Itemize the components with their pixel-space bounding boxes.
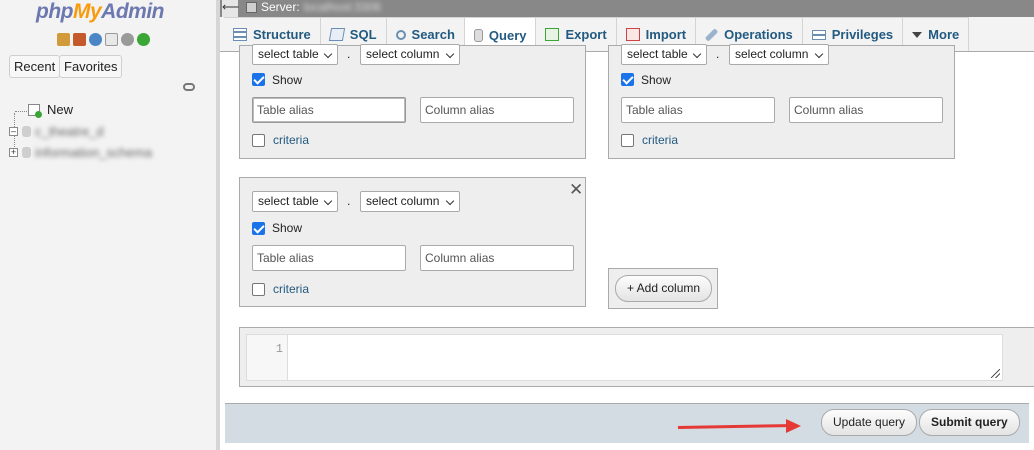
nav-splitter[interactable] (216, 0, 220, 450)
breadcrumb[interactable]: Server: localhost:3306 (246, 0, 381, 15)
collapse-nav-button[interactable]: ⟵ (222, 0, 239, 17)
phpmyadmin-logo[interactable]: phpMyAdmin (36, 0, 164, 24)
table-alias-input[interactable] (252, 245, 406, 271)
criteria-label[interactable]: criteria (273, 133, 309, 147)
criteria-checkbox[interactable] (252, 134, 265, 147)
navigation-panel: phpMyAdmin Recent Favorites New – c_thea… (0, 0, 219, 450)
show-checkbox[interactable] (621, 73, 634, 86)
favorites-button[interactable]: Favorites (59, 55, 123, 78)
column-panel-3: ✕ select table . select column Show crit… (239, 177, 586, 307)
collapse-icon[interactable]: – (9, 127, 18, 136)
table-alias-input[interactable] (621, 97, 775, 123)
sql-editor[interactable]: 1 (246, 334, 1003, 381)
database-icon (22, 126, 31, 137)
tab-label: Import (645, 27, 687, 42)
show-checkbox[interactable] (252, 222, 265, 235)
query-icon (473, 28, 483, 42)
action-bar: Update query Submit query (225, 403, 1029, 443)
server-name: localhost:3306 (303, 0, 382, 14)
tree-item-db1-label: c_theatre_d (35, 124, 104, 139)
chevron-down-icon (912, 31, 923, 38)
privileges-icon (811, 29, 826, 40)
separator-dot: . (347, 47, 351, 61)
tab-label: Export (565, 27, 607, 42)
query-builder: select table . select column Show criter… (222, 44, 1034, 450)
show-checkbox[interactable] (252, 73, 265, 86)
criteria-checkbox[interactable] (621, 134, 634, 147)
recent-button[interactable]: Recent (9, 55, 61, 78)
separator-dot: . (347, 194, 351, 208)
show-label: Show (272, 221, 303, 235)
nav-icon-bar (57, 33, 150, 46)
criteria-checkbox[interactable] (252, 283, 265, 296)
tree-item-new[interactable]: New (28, 102, 74, 118)
logo-admin: Admin (101, 0, 164, 23)
database-icon (22, 147, 31, 158)
close-icon[interactable]: ✕ (569, 181, 583, 198)
tab-label: Operations (724, 27, 793, 42)
reload-icon[interactable] (137, 33, 150, 46)
line-number-gutter: 1 (247, 335, 288, 380)
home-icon[interactable] (57, 33, 70, 46)
select-table-dropdown[interactable]: select table (621, 44, 707, 65)
exit-icon[interactable] (73, 33, 86, 46)
tab-label: Query (488, 27, 527, 43)
settings-icon[interactable] (121, 33, 134, 46)
column-alias-input[interactable] (420, 245, 574, 271)
column-panel-1: select table . select column Show criter… (239, 44, 586, 159)
logo-my: My (72, 0, 102, 23)
separator-dot: . (716, 47, 720, 61)
select-column-dropdown[interactable]: select column (729, 44, 829, 65)
operations-icon (704, 27, 719, 42)
tab-label: Privileges (831, 27, 894, 42)
link-icon[interactable] (183, 83, 195, 91)
select-table-dropdown[interactable]: select table (252, 191, 338, 212)
add-column-panel: + Add column (608, 268, 718, 309)
resize-handle-icon[interactable] (991, 369, 1000, 378)
submit-query-button[interactable]: Submit query (919, 409, 1020, 436)
search-icon (395, 29, 406, 40)
docs-icon[interactable] (105, 33, 118, 46)
column-alias-input[interactable] (789, 97, 943, 123)
column-panel-2: select table . select column Show criter… (608, 44, 955, 159)
structure-icon (233, 28, 247, 41)
tab-label: SQL (349, 27, 377, 42)
sql-editor-panel: 1 (239, 327, 1034, 387)
tree-item-db2-label: information_schema (35, 145, 153, 160)
server-label: Server: (261, 0, 300, 14)
show-label: Show (641, 73, 672, 87)
column-alias-input[interactable] (420, 97, 574, 123)
select-column-dropdown[interactable]: select column (360, 44, 460, 65)
select-column-dropdown[interactable]: select column (360, 191, 460, 212)
table-alias-input[interactable] (252, 97, 406, 123)
import-icon (625, 28, 640, 41)
logo-php: php (36, 0, 73, 23)
tree-item-new-label: New (47, 102, 74, 117)
expand-icon[interactable]: + (9, 148, 18, 157)
show-label: Show (272, 73, 303, 87)
sql-icon (328, 28, 345, 41)
add-column-button[interactable]: + Add column (615, 275, 713, 302)
server-icon (246, 2, 257, 13)
select-table-dropdown[interactable]: select table (252, 44, 338, 65)
export-icon (545, 28, 560, 41)
criteria-label[interactable]: criteria (642, 133, 678, 147)
tree-line (15, 111, 29, 112)
help-icon[interactable] (89, 33, 102, 46)
tree-item-db2[interactable]: + information_schema (9, 145, 152, 160)
server-breadcrumb-bar: ⟵ Server: localhost:3306 (220, 0, 1034, 17)
update-query-button[interactable]: Update query (821, 409, 918, 436)
tab-label: Search (411, 27, 455, 42)
criteria-label[interactable]: criteria (273, 282, 309, 296)
tab-label: More (928, 27, 960, 42)
new-database-icon (28, 103, 42, 118)
tree-item-db1[interactable]: – c_theatre_d (9, 124, 104, 139)
annotation-arrow-head (786, 419, 801, 433)
tab-label: Structure (253, 27, 311, 42)
